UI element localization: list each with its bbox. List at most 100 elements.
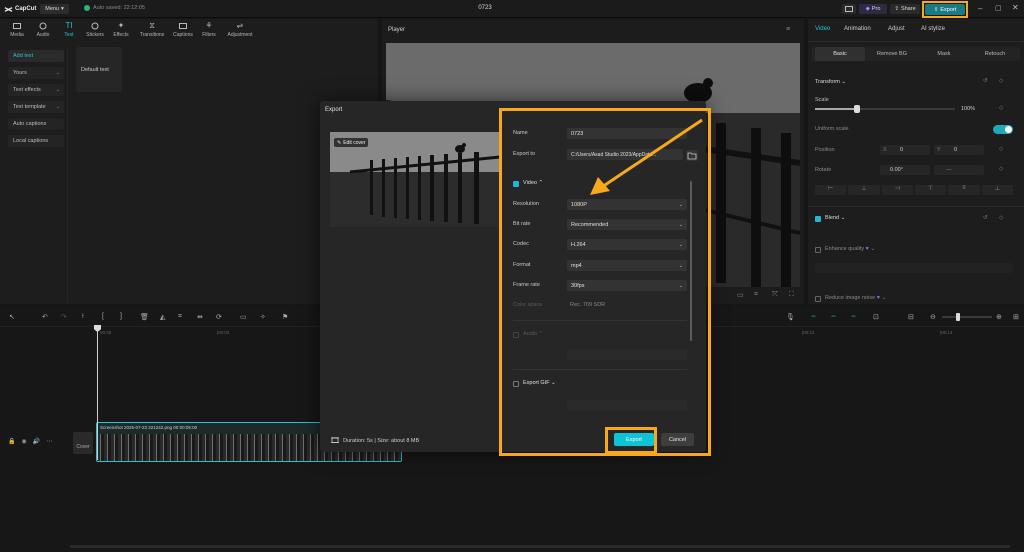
codec-select[interactable]: H.264 ⌄ [567,239,687,250]
tab-effects[interactable]: ✦ Effects [110,22,132,42]
tab-stickers[interactable]: Stickers [84,22,106,42]
marker-icon[interactable]: ⚑ [282,313,290,321]
transform-label[interactable]: Transform ⌄ [815,79,846,85]
keyframe-icon[interactable]: ◇ [999,105,1003,111]
sidebar-item-yours[interactable]: Yours ⌄ [8,67,64,79]
menu-button[interactable]: Menu ▾ [40,4,69,14]
cover-button[interactable]: Cover [73,432,93,454]
reset-icon[interactable]: ↺ [983,215,988,221]
mask-icon[interactable]: ◭ [160,313,168,321]
align-left-icon[interactable]: ⊢ [815,185,847,195]
align-middle-icon[interactable]: ≡ [948,185,980,195]
subtab-retouch[interactable]: Retouch [970,47,1020,61]
blend-checkbox[interactable] [815,216,821,222]
mute-icon[interactable]: 🔊 [33,438,40,445]
enhance-dropdown[interactable] [815,263,1013,273]
edit-cover-button[interactable]: ✎ Edit cover [334,138,369,147]
framerate-select[interactable]: 30fps ⌄ [567,280,687,291]
audio-section-header[interactable]: Audio ⌃ [523,331,543,337]
magic-icon[interactable]: ✧ [260,313,268,321]
mirror-icon[interactable]: ⇹ [197,313,205,321]
microphone-icon[interactable]: 🎙 [786,313,795,321]
reset-icon[interactable]: ↺ [983,78,988,84]
sidebar-item-auto-captions[interactable]: Auto captions [8,118,64,130]
align-center-icon[interactable]: ⊥ [848,185,880,195]
rotate-flip-field[interactable]: — [934,165,984,175]
video-section-header[interactable]: Video ⌃ [523,180,543,186]
pro-button[interactable]: ◆ Pro [859,4,887,14]
magnet-icon[interactable]: ⇔ [830,313,838,321]
zoom-slider[interactable] [942,313,992,321]
uniform-scale-toggle[interactable] [993,125,1013,134]
split-left-icon[interactable]: [ [102,313,110,321]
keyframe-icon[interactable]: ◇ [999,166,1003,172]
default-text-card[interactable]: Default text [76,47,122,92]
resolution-select[interactable]: 1080P ⌄ [567,199,687,210]
playhead[interactable] [94,325,101,460]
minimize-icon[interactable]: – [978,4,982,13]
blend-label[interactable]: Blend ⌄ [825,215,845,221]
tab-ai-stylize[interactable]: AI stylize [921,26,945,32]
subtitle-icon[interactable]: ⊟ [908,313,916,321]
subtab-mask[interactable]: Mask [919,47,969,61]
scale-slider[interactable] [815,105,955,113]
tab-audio[interactable]: Audio [32,22,54,42]
export-gif-checkbox[interactable] [513,381,519,387]
tab-captions[interactable]: Captions [170,22,196,42]
keyframe-icon[interactable]: ◇ [999,146,1003,152]
layout-button[interactable] [842,4,856,14]
zoom-icon[interactable]: ⤧ [772,291,778,299]
fit-icon[interactable]: ⊞ [1013,313,1021,321]
frame-icon[interactable]: ▭ [240,313,248,321]
subtab-basic[interactable]: Basic [815,47,865,61]
keyframe-icon[interactable]: ◇ [999,78,1003,84]
sidebar-item-add-text[interactable]: Add text [8,50,64,62]
align-top-icon[interactable]: ⊤ [914,185,947,195]
position-y-field[interactable]: Y0 [934,145,984,155]
reduce-noise-checkbox[interactable] [815,296,821,302]
zoom-out-icon[interactable]: ⊖ [930,313,938,321]
reduce-noise-label[interactable]: Reduce image noise ♥ ⌄ [825,295,886,301]
sidebar-item-text-template[interactable]: Text template ⌄ [8,101,64,113]
tab-video[interactable]: Video [815,26,830,32]
fullscreen-icon[interactable]: ⛶ [789,291,794,299]
delete-icon[interactable]: 🗑 [140,313,149,321]
link-icon[interactable]: ⇔ [810,313,818,321]
audio-checkbox[interactable] [513,332,519,338]
preview-axis-icon[interactable]: ⊡ [873,313,881,321]
align-right-icon[interactable]: ⊣ [881,185,913,195]
crop-icon[interactable]: ⌗ [178,313,186,321]
split-right-icon[interactable]: ] [120,313,128,321]
timeline-scrollbar[interactable] [70,545,1010,548]
share-button[interactable]: ⇪ Share [890,4,920,14]
rotate-icon[interactable]: ⟳ [216,313,224,321]
position-x-field[interactable]: X0 [880,145,930,155]
scale-value[interactable]: 100% [961,106,975,112]
hide-icon[interactable]: ◉ [21,438,26,445]
tab-transitions[interactable]: ⧖ Transitions [138,22,166,42]
gif-section-header[interactable]: Export GIF ⌄ [523,380,556,386]
undo-icon[interactable]: ↶ [42,313,50,321]
lock-icon[interactable]: 🔒 [8,438,15,445]
rotate-field[interactable]: 0.00° [880,165,930,175]
sidebar-item-text-effects[interactable]: Text effects ⌄ [8,84,64,96]
more-icon[interactable]: ⋯ [46,438,52,445]
close-icon[interactable]: ✕ [1012,3,1019,12]
zoom-in-icon[interactable]: ⊕ [996,313,1004,321]
split-icon[interactable]: ⟊ [82,313,90,321]
tab-adjust[interactable]: Adjust [888,26,905,32]
export-top-button[interactable]: ⇧ Export [925,4,965,15]
snap-icon[interactable]: ⇔ [850,313,858,321]
enhance-checkbox[interactable] [815,247,821,253]
select-icon[interactable]: ↖ [9,313,17,321]
enhance-label[interactable]: Enhance quality ♥ ⌄ [825,246,875,252]
tab-media[interactable]: Media [6,22,28,42]
ratio-icon[interactable]: ▭ [737,291,744,299]
redo-icon[interactable]: ↷ [61,313,69,321]
tab-adjustment[interactable]: ⇌ Adjustment [224,22,256,42]
tab-text[interactable]: TI Text [58,22,80,42]
crop-icon[interactable]: ⌗ [754,291,758,299]
align-bottom-icon[interactable]: ⊥ [981,185,1013,195]
settings-scrollbar[interactable] [690,181,692,341]
video-checkbox[interactable] [513,181,519,187]
